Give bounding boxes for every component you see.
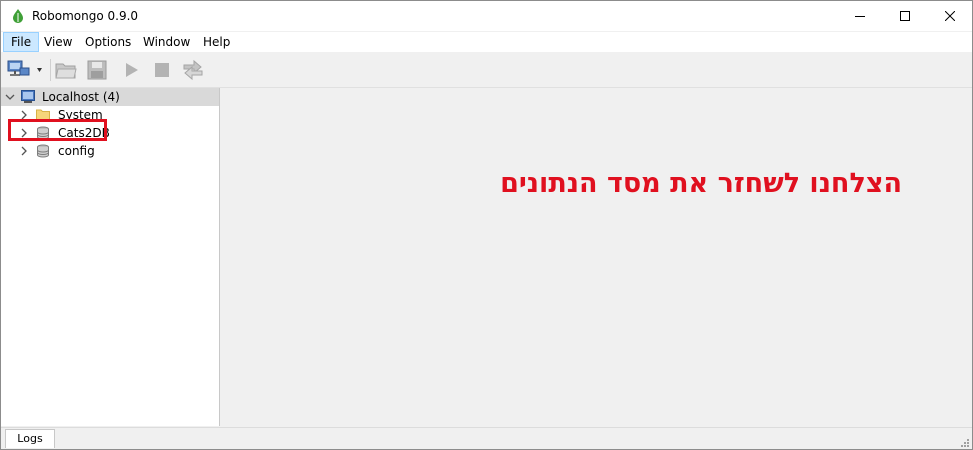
- server-label: Localhost (4): [42, 90, 120, 104]
- chevron-right-icon[interactable]: [19, 146, 29, 156]
- logs-tab[interactable]: Logs: [5, 429, 55, 448]
- tree-db-config[interactable]: config: [1, 142, 219, 160]
- connect-button[interactable]: [5, 58, 45, 82]
- annotation-text: הצלחנו לשחזר את מסד הנתונים: [500, 168, 902, 199]
- connect-icon: [7, 60, 42, 76]
- stop-button[interactable]: [150, 58, 174, 82]
- menu-view[interactable]: View: [37, 32, 79, 52]
- window-title: Robomongo 0.9.0: [32, 9, 139, 23]
- highlight-annotation-box: [8, 119, 107, 141]
- open-folder-icon: [55, 63, 77, 79]
- menu-options[interactable]: Options: [78, 32, 138, 52]
- maximize-icon: [899, 11, 910, 21]
- menu-bar: File View Options Window Help: [1, 32, 972, 52]
- chevron-down-icon[interactable]: [5, 92, 15, 102]
- database-icon: [37, 144, 49, 158]
- execute-icon: [126, 63, 138, 77]
- minimize-icon: [854, 16, 865, 17]
- server-icon: [21, 90, 35, 103]
- close-button[interactable]: [927, 1, 972, 31]
- orientation-icon: [183, 59, 203, 81]
- minimize-button[interactable]: [837, 1, 882, 31]
- menu-window[interactable]: Window: [136, 32, 197, 52]
- app-window: Robomongo 0.9.0 File View Options Window…: [0, 0, 973, 450]
- db-label-config: config: [58, 144, 95, 158]
- close-icon: [944, 11, 955, 21]
- menu-file[interactable]: File: [3, 32, 40, 52]
- toolbar-separator: [50, 59, 51, 81]
- maximize-button[interactable]: [882, 1, 927, 31]
- save-button[interactable]: [85, 58, 109, 82]
- stop-icon: [155, 63, 169, 77]
- status-bar: Logs: [1, 427, 972, 449]
- robomongo-logo-icon: [13, 9, 23, 23]
- work-area: הצלחנו לשחזר את מסד הנתונים: [220, 88, 972, 426]
- tree-server-localhost[interactable]: Localhost (4): [1, 88, 219, 106]
- open-button[interactable]: [54, 58, 78, 82]
- menu-help[interactable]: Help: [196, 32, 237, 52]
- resize-grip-icon[interactable]: [960, 438, 970, 448]
- toolbar: [1, 53, 972, 88]
- execute-button[interactable]: [119, 58, 143, 82]
- title-bar[interactable]: Robomongo 0.9.0: [1, 1, 972, 31]
- save-icon: [87, 60, 107, 80]
- orientation-button[interactable]: [181, 58, 205, 82]
